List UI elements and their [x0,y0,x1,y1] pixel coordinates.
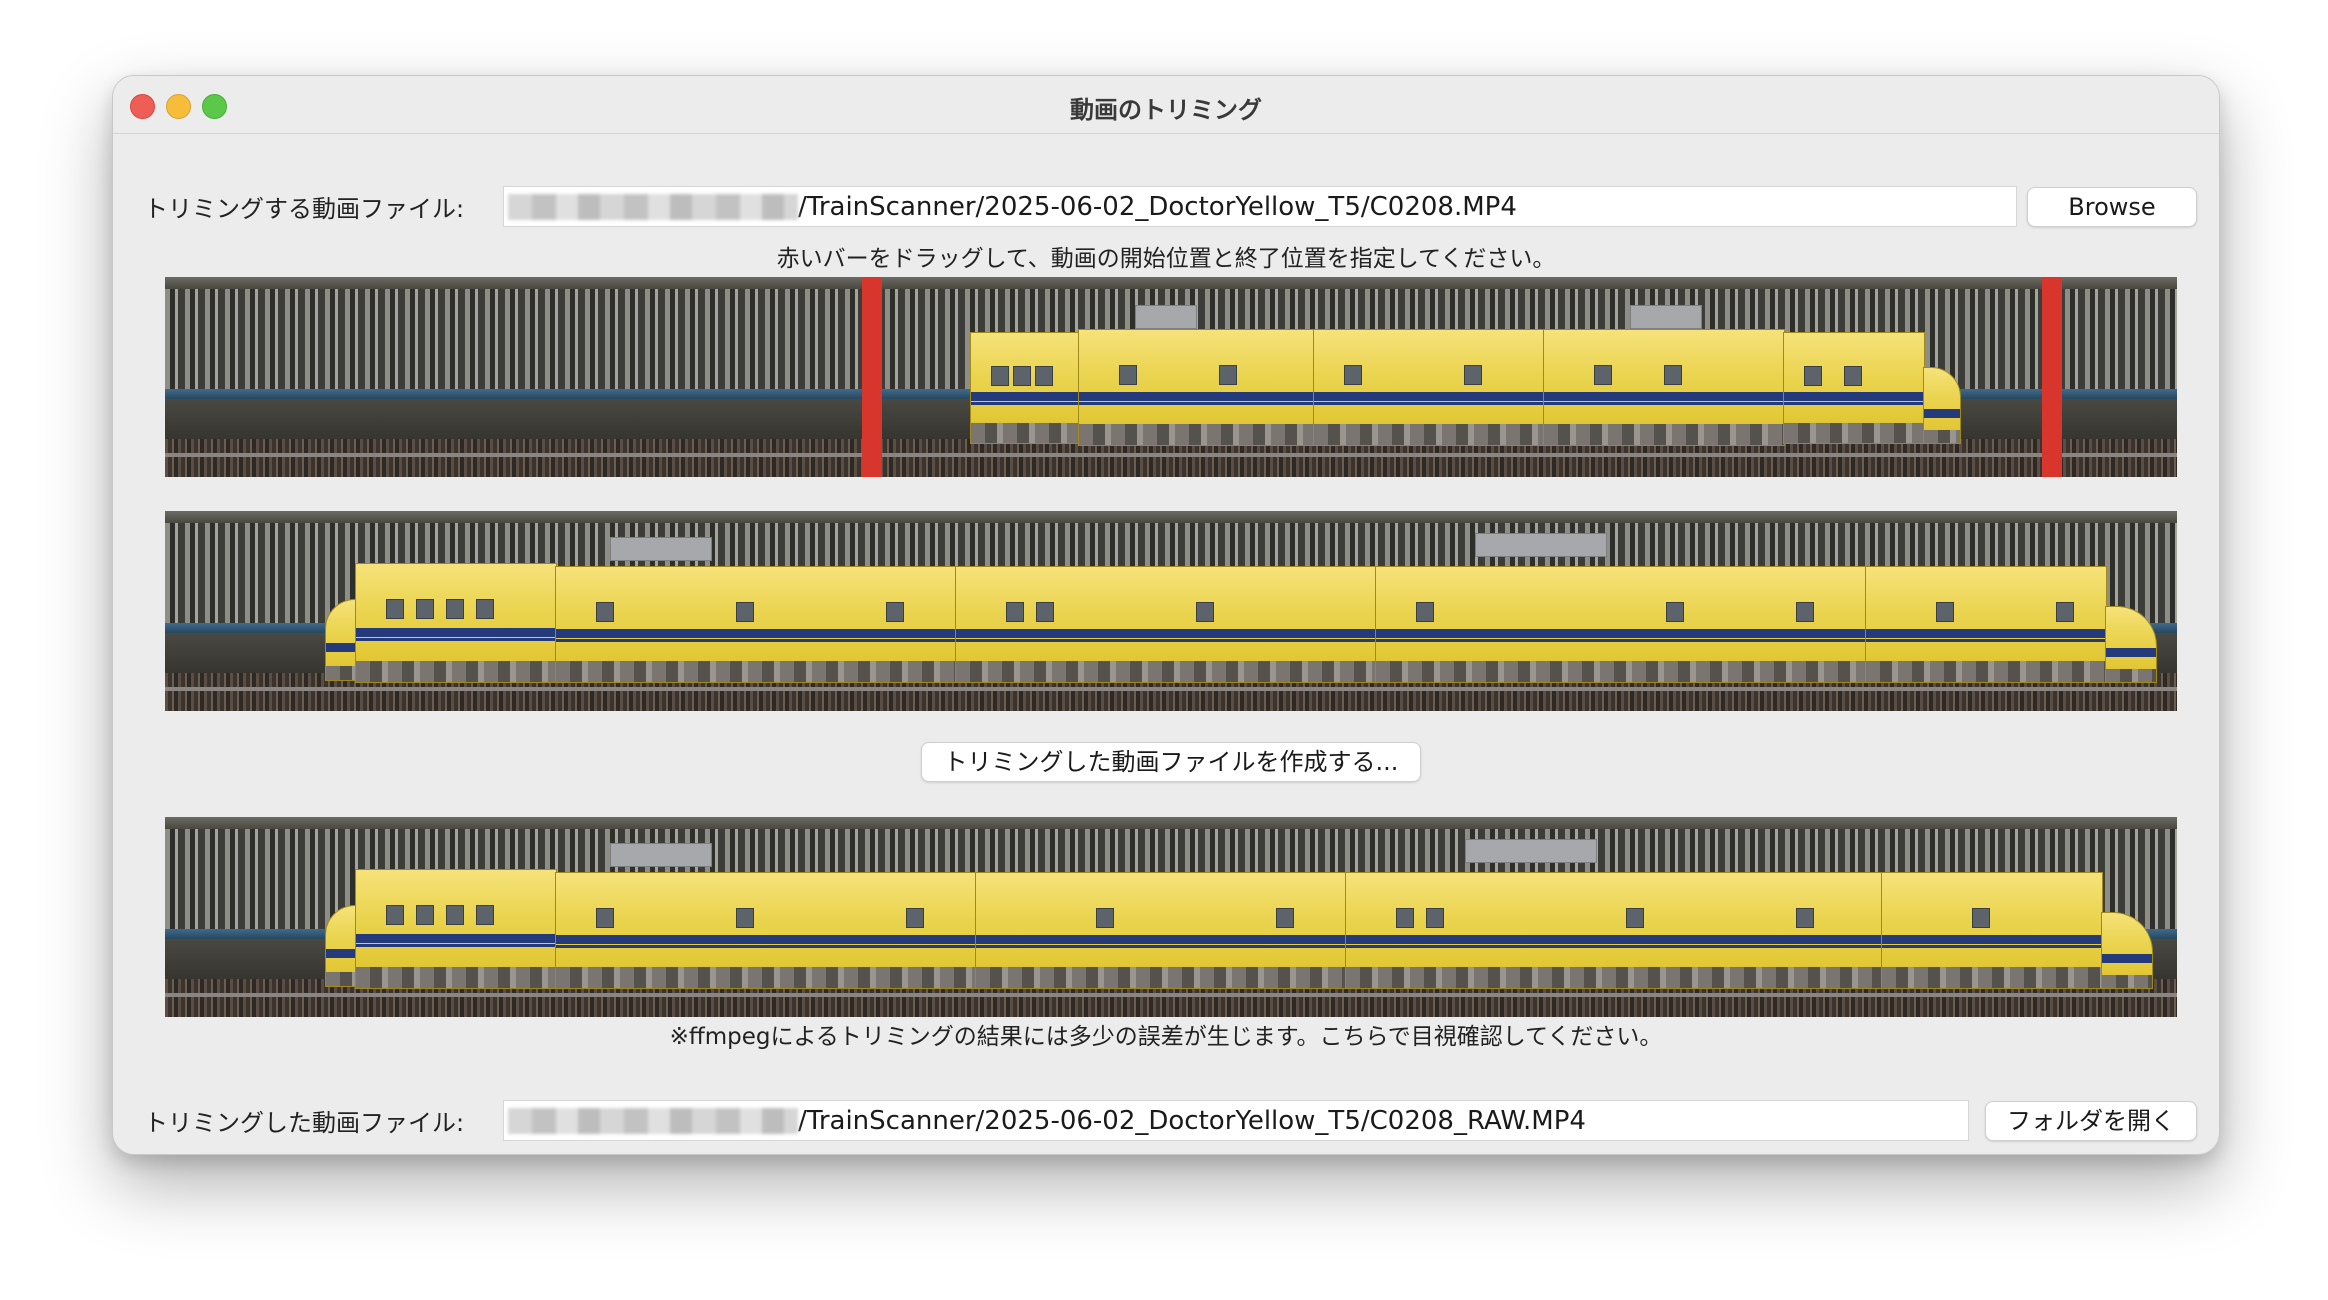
redacted-path-prefix [508,1107,798,1134]
fence-top [165,277,2177,289]
pantograph [610,537,712,561]
instruction-text: 赤いバーをドラッグして、動画の開始位置と終了位置を指定してください。 [776,246,1556,272]
output-file-label: トリミングした動画ファイル: [144,1109,465,1137]
train-car [1313,329,1545,446]
train-car [1375,566,1867,683]
title-bar: 動画のトリミング [113,76,2219,134]
trim-end-handle[interactable] [2042,277,2062,477]
train-car [975,872,1347,989]
pantograph [1630,305,1702,329]
train-car [970,332,1080,444]
train-nose [1923,367,1961,444]
output-file-path-text: /TrainScanner/2025-06-02_DoctorYellow_T5… [798,1105,1586,1136]
train-car [355,869,557,989]
accuracy-note: ※ffmpegによるトリミングの結果には多少の誤差が生じます。こちらで目視確認し… [669,1024,1663,1050]
train-car [955,566,1377,683]
redacted-path-prefix [508,193,798,220]
trim-video-window: 動画のトリミング トリミングする動画ファイル: /TrainScanner/20… [112,75,2220,1155]
train-car [1865,566,2107,683]
create-trimmed-video-button[interactable]: トリミングした動画ファイルを作成する... [921,742,1421,782]
rail [165,687,2177,691]
open-folder-button[interactable]: フォルダを開く [1985,1101,2197,1141]
input-file-label: トリミングする動画ファイル: [144,195,465,223]
train-car [1543,329,1785,446]
train-car [555,872,977,989]
trim-preview-strip [165,511,2177,711]
fence-top [165,817,2177,829]
pantograph [1475,533,1607,557]
train-nose [325,599,357,681]
browse-button[interactable]: Browse [2027,187,2197,227]
rail [165,453,2177,457]
input-file-path-text: /TrainScanner/2025-06-02_DoctorYellow_T5… [798,191,1517,222]
train-car [1078,329,1315,446]
trim-result-strip [165,817,2177,1017]
rail [165,993,2177,997]
fence-top [165,511,2177,523]
train-nose [325,905,357,987]
input-file-path-field[interactable]: /TrainScanner/2025-06-02_DoctorYellow_T5… [503,186,2017,227]
train-car [1345,872,1883,989]
output-file-path-field[interactable]: /TrainScanner/2025-06-02_DoctorYellow_T5… [503,1100,1969,1141]
train-car [555,566,957,683]
train-car [355,563,557,683]
pantograph [1135,305,1197,329]
trim-selection-strip[interactable] [165,277,2177,477]
pantograph [610,843,712,867]
train-car [1881,872,2103,989]
train-car [1783,332,1925,444]
trim-start-handle[interactable] [862,277,882,477]
window-title: 動画のトリミング [1070,96,1262,124]
pantograph [1465,839,1597,863]
